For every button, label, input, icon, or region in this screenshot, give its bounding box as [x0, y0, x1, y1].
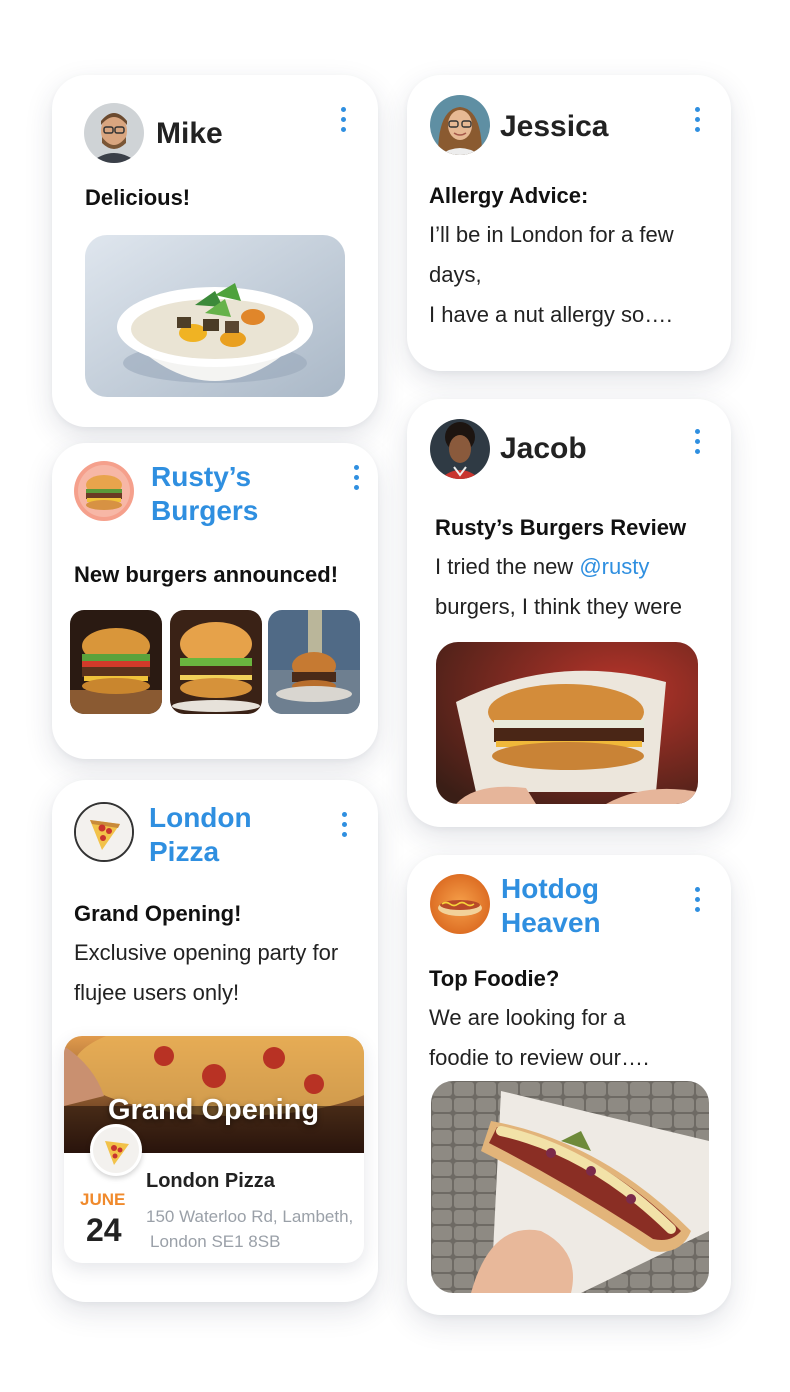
- event-address: 150 Waterloo Rd, Lambeth, London SE1 8SB: [146, 1204, 353, 1254]
- rustys-burgers-avatar[interactable]: [74, 461, 134, 521]
- jessica-post-body-line: I’ll be in London for a few: [429, 222, 674, 247]
- jessica-post-headline: Allergy Advice:: [429, 183, 589, 208]
- mike-name[interactable]: Mike: [156, 117, 223, 151]
- jessica-name[interactable]: Jessica: [500, 110, 608, 144]
- post-card-jessica[interactable]: Jessica Allergy Advice: I’ll be in Londo…: [407, 75, 731, 371]
- post-card-jacob[interactable]: Jacob Rusty’s Burgers Review I tried the…: [407, 399, 731, 827]
- jessica-more-options-icon[interactable]: [693, 107, 701, 132]
- jacob-post-body-line: I tried the new @rusty: [435, 547, 649, 587]
- london-pizza-name[interactable]: London Pizza: [149, 801, 252, 869]
- jacob-avatar[interactable]: [430, 419, 490, 479]
- burger-photo-3[interactable]: [268, 610, 360, 714]
- hotdog-heaven-avatar[interactable]: [430, 874, 490, 934]
- london-pizza-event-logo: [90, 1124, 142, 1176]
- jessica-post-body-line: days,: [429, 262, 482, 287]
- hotdog-heaven-name-line1: Hotdog: [501, 873, 599, 904]
- jacob-name[interactable]: Jacob: [500, 432, 587, 466]
- mike-post-headline: Delicious!: [85, 185, 191, 210]
- event-day: 24: [86, 1212, 122, 1248]
- event-month: JUNE: [80, 1190, 126, 1209]
- burger-photo-2[interactable]: [170, 610, 262, 714]
- hotdog-heaven-post-headline: Top Foodie?: [429, 966, 560, 991]
- hotdog-heaven-more-options-icon[interactable]: [693, 887, 701, 912]
- burger-photo-1[interactable]: [70, 610, 162, 714]
- event-banner-title: Grand Opening: [108, 1094, 320, 1126]
- rusty-mention-link[interactable]: @rusty: [579, 554, 649, 579]
- burger-in-hand-photo[interactable]: [436, 642, 698, 804]
- london-pizza-post-headline: Grand Opening!: [74, 901, 242, 926]
- event-address-line2: London SE1 8SB: [150, 1232, 281, 1251]
- london-pizza-more-options-icon[interactable]: [340, 812, 348, 837]
- event-venue: London Pizza: [146, 1170, 275, 1192]
- rustys-burgers-post-headline: New burgers announced!: [74, 562, 339, 587]
- london-pizza-post-body-line: Exclusive opening party for: [74, 940, 339, 965]
- post-card-hotdog-heaven[interactable]: Hotdog Heaven Top Foodie? We are looking…: [407, 855, 731, 1315]
- noodle-bowl-photo[interactable]: [85, 235, 345, 397]
- hotdog-heaven-post-body-line: foodie to review our….: [429, 1045, 650, 1070]
- rustys-burgers-name-line2: Burgers: [151, 495, 259, 526]
- jacob-more-options-icon[interactable]: [693, 429, 701, 454]
- jacob-post-body-line: burgers, I think they were: [435, 594, 683, 619]
- mike-avatar[interactable]: [84, 103, 144, 163]
- hotdog-heaven-name[interactable]: Hotdog Heaven: [501, 872, 601, 940]
- rustys-burgers-name[interactable]: Rusty’s Burgers: [151, 460, 258, 528]
- jessica-avatar[interactable]: [430, 95, 490, 155]
- jessica-post-body-line: I have a nut allergy so….: [429, 302, 673, 327]
- rustys-burgers-name-line1: Rusty’s: [151, 461, 252, 492]
- post-card-rustys-burgers[interactable]: Rusty’s Burgers New burgers announced!: [52, 443, 378, 759]
- mike-more-options-icon[interactable]: [339, 107, 347, 132]
- hotdog-heaven-name-line2: Heaven: [501, 907, 601, 938]
- hotdog-in-hand-photo[interactable]: [431, 1081, 709, 1293]
- rustys-burgers-more-options-icon[interactable]: [352, 465, 360, 490]
- jacob-post-body-text: I tried the new: [435, 554, 580, 579]
- london-pizza-name-line2: Pizza: [149, 836, 220, 867]
- jacob-post-headline: Rusty’s Burgers Review: [435, 515, 687, 540]
- event-address-line1: 150 Waterloo Rd, Lambeth,: [146, 1207, 354, 1226]
- event-card-grand-opening[interactable]: Grand Opening JUNE 24 London Pizza 150 W…: [64, 1036, 364, 1263]
- post-card-mike[interactable]: Mike Delicious!: [52, 75, 378, 427]
- hotdog-heaven-post-body-line: We are looking for a: [429, 1005, 626, 1030]
- london-pizza-avatar[interactable]: [74, 802, 134, 862]
- london-pizza-post-body-line: flujee users only!: [74, 980, 240, 1005]
- london-pizza-name-line1: London: [149, 802, 252, 833]
